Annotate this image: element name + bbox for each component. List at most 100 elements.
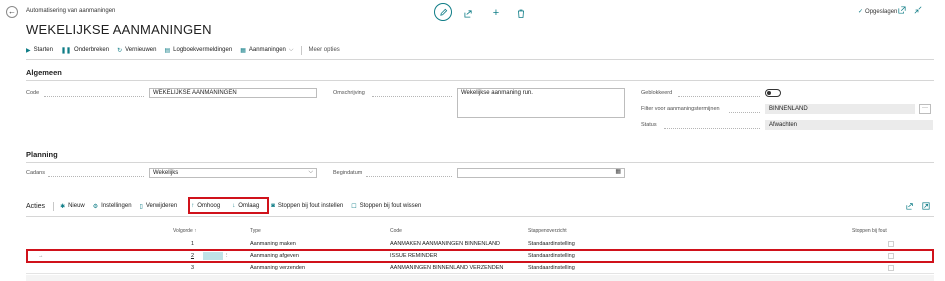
new-label: Nieuw [68, 203, 85, 209]
collapse-button[interactable] [914, 6, 922, 16]
edit-button[interactable] [434, 3, 452, 21]
cadence-select[interactable]: Wekelijks ⌵ [149, 168, 317, 178]
trash-icon: ▯ [139, 203, 143, 210]
divider [53, 201, 55, 211]
stop-on-error-set-button[interactable]: ◙ Stoppen bij fout instellen [271, 203, 343, 209]
code-cell[interactable]: AANMANINGEN BINNENLAND VERZENDEN [390, 265, 503, 271]
code-label: Code [26, 90, 40, 96]
dotted-leader [366, 176, 452, 177]
saved-status: ✓ Opgeslagen [858, 8, 897, 15]
log-label: Logboekvermeldingen [173, 47, 233, 53]
trash-icon [518, 9, 524, 18]
app-title: Automatisering van aanmaningen [26, 8, 116, 14]
open-in-new-window-button[interactable] [898, 6, 906, 16]
checkbox-set-icon: ◙ [271, 203, 275, 209]
page-title: WEKELIJKSE AANMANINGEN [26, 22, 212, 37]
log-entries-button[interactable]: ▤ Logboekvermeldingen [164, 47, 232, 54]
blocked-label: Geblokkeerd [641, 90, 673, 96]
stop-on-error-clear-button[interactable]: ☐ Stoppen bij fout wissen [351, 203, 421, 210]
divider [26, 216, 934, 217]
overview-cell[interactable]: Standaardinstelling [528, 265, 575, 271]
share-button[interactable] [461, 6, 475, 20]
general-section-title: Algemeen [26, 68, 62, 77]
blocked-toggle[interactable] [765, 89, 781, 97]
expand-lines-button[interactable] [922, 202, 930, 212]
settings-label: Instellingen [101, 203, 132, 209]
chevron-down-icon: ⌵ [288, 46, 294, 53]
column-header-stop-on-error[interactable]: Stoppen bij fout [852, 228, 887, 234]
pause-button[interactable]: ❚❚ Onderbreken [61, 47, 109, 54]
column-header-overview[interactable]: Stappenoverzicht [528, 228, 567, 234]
column-header-type[interactable]: Type [250, 228, 261, 234]
pause-label: Onderbreken [74, 47, 110, 53]
pause-icon: ❚❚ [60, 47, 72, 54]
description-field[interactable]: Wekelijkse aanmaning run. [457, 88, 625, 118]
cadence-label: Cadans [26, 170, 45, 176]
more-options-button[interactable]: Meer opties [308, 47, 339, 53]
filter-field[interactable]: BINNENLAND [765, 104, 915, 114]
share-lines-button[interactable] [906, 202, 914, 212]
highlight-selected-row [26, 249, 934, 263]
status-field: Afwachten [765, 120, 933, 130]
start-button[interactable]: ▶ Starten [26, 47, 53, 54]
divider [26, 162, 934, 163]
new-icon: ✱ [60, 203, 66, 210]
saved-label: Opgeslagen [865, 9, 898, 15]
back-arrow-icon: ← [8, 7, 16, 16]
divider [301, 45, 303, 55]
settings-button[interactable]: ⚙ Instellingen [93, 203, 132, 210]
code-field[interactable]: WEKELIJKSE AANMANINGEN [149, 88, 317, 98]
planning-section-title: Planning [26, 150, 58, 159]
highlight-move-buttons [188, 197, 269, 214]
column-header-order[interactable]: Volgorde ↑ [173, 228, 197, 234]
type-cell[interactable]: Aanmaning verzenden [250, 265, 305, 271]
description-label: Omschrijving [333, 90, 365, 96]
share-icon [906, 203, 913, 210]
checkmark-icon: ✓ [858, 9, 864, 15]
calendar-icon: ▦ [615, 169, 621, 175]
plus-icon: + [492, 7, 500, 19]
divider [26, 80, 934, 81]
filter-label: Filter voor aanmaningstermijnen [641, 106, 720, 112]
sort-ascending-icon: ↑ [194, 228, 197, 234]
gear-icon: ⚙ [92, 203, 99, 210]
add-button[interactable]: + [489, 6, 503, 20]
dotted-leader [44, 96, 144, 97]
code-cell[interactable]: AANMAKEN AANMANINGEN BINNENLAND [390, 241, 500, 247]
chevron-down-icon: ⌵ [308, 169, 313, 175]
dotted-leader [729, 112, 760, 113]
reminders-menu-button[interactable]: ▦ Aanmaningen ⌵ [240, 47, 293, 54]
ellipsis-icon: ··· [922, 105, 928, 111]
order-cell: 3 [190, 265, 194, 271]
order-header-label: Volgorde [173, 228, 193, 234]
delete-line-button[interactable]: ▯ Verwijderen [140, 203, 178, 210]
reminders-label: Aanmaningen [248, 47, 286, 53]
delete-label: Verwijderen [145, 203, 178, 209]
overview-cell[interactable]: Standaardinstelling [528, 241, 575, 247]
filter-lookup-button[interactable]: ··· [919, 104, 931, 114]
divider [26, 59, 934, 60]
new-line-button[interactable]: ✱ Nieuw [60, 203, 85, 210]
type-cell[interactable]: Aanmaning maken [250, 241, 296, 247]
stop-on-error-checkbox[interactable] [888, 265, 894, 271]
table-row[interactable]: 3 Aanmaning verzenden AANMANINGEN BINNEN… [26, 263, 934, 274]
start-date-field[interactable]: ▦ [457, 168, 625, 178]
collapse-icon [914, 6, 922, 14]
stop-on-error-checkbox[interactable] [888, 241, 894, 247]
dotted-leader [372, 96, 452, 97]
dotted-leader [48, 176, 144, 177]
column-header-code[interactable]: Code [390, 228, 402, 234]
refresh-button[interactable]: ↻ Vernieuwen [117, 47, 156, 54]
back-button[interactable]: ← [6, 6, 18, 18]
delete-button[interactable] [514, 6, 528, 20]
log-icon: ▤ [164, 47, 171, 54]
checkbox-clear-icon: ☐ [351, 203, 357, 210]
stop-on-error-clear-label: Stoppen bij fout wissen [359, 203, 422, 209]
reminder-icon: ▦ [240, 47, 246, 54]
open-in-new-window-icon [898, 6, 906, 14]
start-date-label: Begindatum [333, 170, 363, 176]
action-bar: ▶ Starten ❚❚ Onderbreken ↻ Vernieuwen ▤ Logb… [26, 44, 348, 56]
cadence-value: Wekelijks [153, 170, 179, 176]
refresh-icon: ↻ [117, 47, 123, 54]
play-icon: ▶ [26, 47, 31, 54]
